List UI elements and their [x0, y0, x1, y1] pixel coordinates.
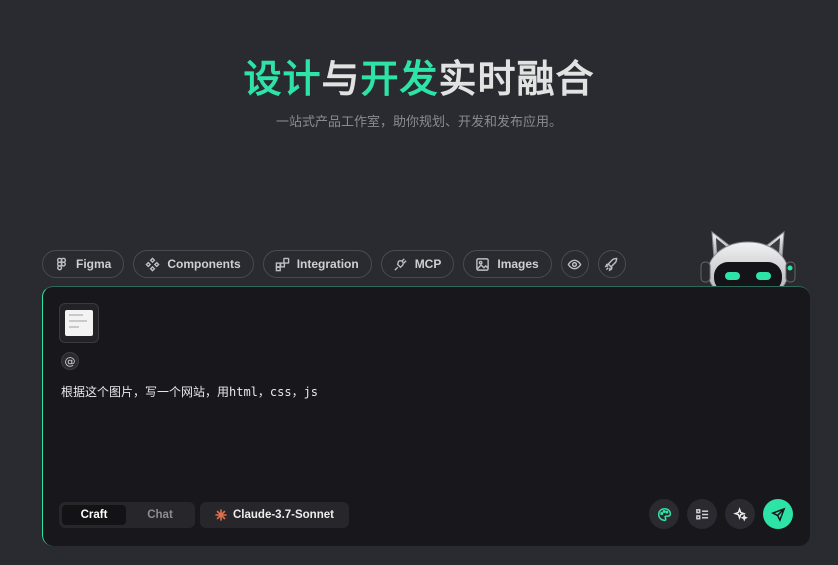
mode-chat-button[interactable]: Chat: [128, 505, 192, 525]
chip-integration-label: Integration: [296, 257, 359, 271]
prompt-input[interactable]: 根据这个图片，写一个网站，用html，css，js: [61, 383, 318, 400]
hero-title-design: 设计: [243, 57, 322, 101]
enhance-prompt-button[interactable]: [725, 499, 755, 529]
plan-button[interactable]: [687, 499, 717, 529]
checklist-icon: [695, 508, 708, 519]
chip-deploy[interactable]: [597, 250, 626, 278]
hero-title-fusion: 实时融合: [438, 57, 595, 101]
chip-mcp[interactable]: MCP: [380, 250, 455, 278]
eye-icon: [567, 259, 582, 269]
robot-cat-icon: [700, 230, 796, 290]
chip-integration[interactable]: Integration: [262, 250, 372, 278]
composer-panel: @ 根据这个图片，写一个网站，用html，css，js Craft Chat C…: [42, 286, 810, 546]
chip-images-label: Images: [497, 257, 539, 271]
hero-title-dev: 开发: [360, 57, 439, 101]
chip-components-label: Components: [167, 257, 241, 271]
plug-icon: [394, 257, 407, 271]
figma-icon: [57, 257, 66, 270]
image-icon: [476, 257, 490, 271]
chip-mcp-label: MCP: [414, 257, 442, 271]
chip-figma-label: Figma: [76, 257, 112, 271]
mode-toggle: Craft Chat: [59, 502, 195, 528]
model-name: Claude-3.7-Sonnet: [233, 509, 334, 521]
palette-icon: [657, 507, 671, 521]
integration-icon: [275, 257, 289, 271]
chip-images[interactable]: Images: [463, 250, 552, 278]
model-selector[interactable]: Claude-3.7-Sonnet: [200, 502, 349, 528]
context-chip-row: Figma Components Integration MCP Images: [42, 250, 626, 278]
send-icon: [770, 507, 785, 522]
mention-button[interactable]: @: [61, 352, 79, 370]
claude-star-icon: [215, 509, 227, 521]
sparkle-icon: [732, 506, 748, 522]
robot-cat-mascot: [700, 228, 796, 290]
mode-craft-button[interactable]: Craft: [62, 505, 126, 525]
chip-preview[interactable]: [560, 250, 589, 278]
attached-image-thumbnail[interactable]: [59, 303, 99, 343]
send-button[interactable]: [763, 499, 793, 529]
hero-subtitle: 一站式产品工作室，助你规划、开发和发布应用。: [275, 115, 562, 130]
hero-title: 设计与开发实时融合: [0, 48, 838, 103]
rocket-icon: [604, 257, 618, 271]
hero-title-and: 与: [321, 57, 361, 101]
thumbnail-preview: [65, 310, 93, 336]
chip-figma[interactable]: Figma: [42, 250, 125, 278]
components-icon: [145, 256, 160, 272]
chip-components[interactable]: Components: [133, 250, 254, 278]
theme-button[interactable]: [649, 499, 679, 529]
